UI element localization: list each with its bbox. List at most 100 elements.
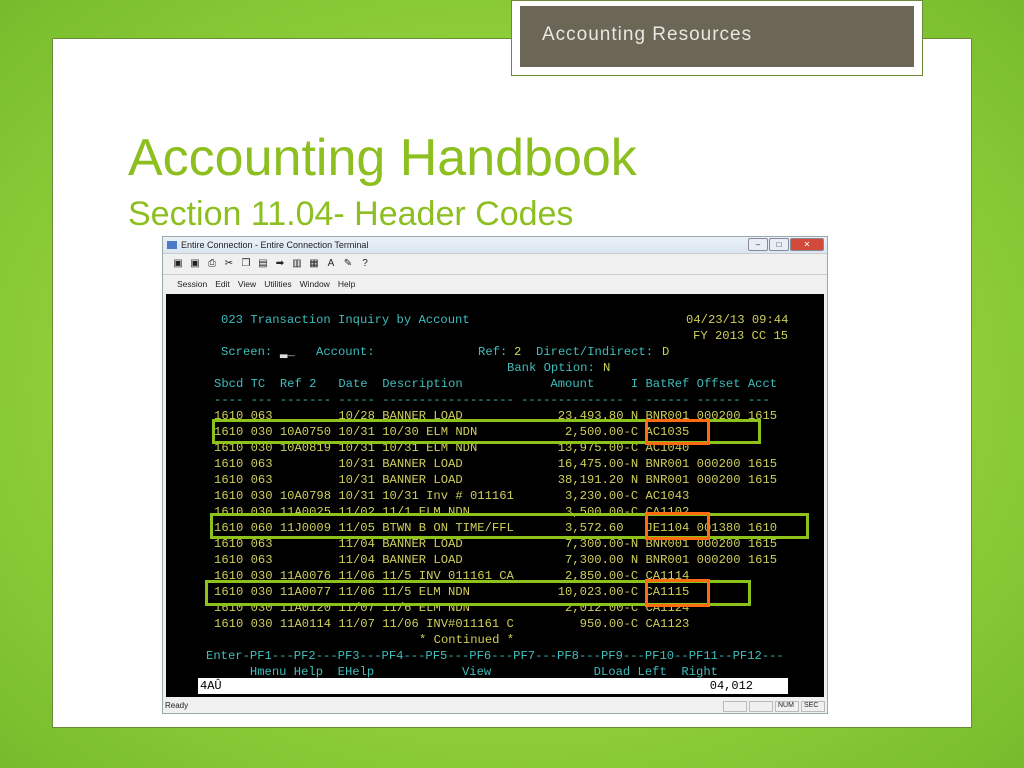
- sec-indicator: SEC: [801, 701, 825, 712]
- status-bar: Ready NUM SEC: [163, 699, 827, 714]
- cell: 3,230.00-: [565, 489, 631, 503]
- cell: 11A0114: [279, 617, 332, 631]
- cell: BNR001: [645, 457, 690, 471]
- fiscal-year: FY 2013 CC 15: [693, 329, 789, 343]
- cell: N: [630, 553, 639, 567]
- grid-icon[interactable]: ▦: [307, 257, 321, 271]
- cell: Date: [338, 377, 368, 391]
- copy-icon[interactable]: ❐: [239, 257, 253, 271]
- bank-option-label: Bank Option:: [507, 361, 595, 375]
- color-icon[interactable]: ✎: [341, 257, 355, 271]
- cell: 1615: [747, 553, 778, 567]
- paste-icon[interactable]: ▤: [256, 257, 270, 271]
- cell: Acct: [747, 377, 778, 391]
- cell: 063: [250, 457, 273, 471]
- cell: 16,475.00-: [557, 457, 631, 471]
- status-text: Ready: [165, 701, 189, 710]
- window-titlebar: Entire Connection - Entire Connection Te…: [163, 237, 827, 253]
- cell: 11/04: [338, 553, 375, 567]
- maximize-button[interactable]: □: [769, 238, 789, 251]
- send-icon[interactable]: ➡: [273, 257, 287, 271]
- cell: TC: [250, 377, 266, 391]
- minimize-button[interactable]: –: [748, 238, 768, 251]
- table-row[interactable]: 1610 063 10/31 BANNER LOAD 38,191.20 N BNR001…: [214, 472, 777, 488]
- direct-indirect-value: D: [662, 345, 670, 359]
- cell: N: [630, 457, 639, 471]
- terminal-window: Entire Connection - Entire Connection Te…: [162, 236, 828, 714]
- bank-option-value: N: [603, 361, 611, 375]
- cell: CA1123: [645, 617, 690, 631]
- close-button[interactable]: ✕: [790, 238, 824, 251]
- header-divider: ---- --- ------- ----- -----------------…: [214, 393, 770, 407]
- cell: 030: [250, 489, 273, 503]
- cell: 38,191.20: [557, 473, 631, 487]
- cell: Offset: [696, 377, 741, 391]
- terminal-screen[interactable]: 023 Transaction Inquiry by Account 04/23…: [166, 294, 824, 697]
- toolbar: ▣ ▣ ⎙ ✂ ❐ ▤ ➡ ▥ ▦ A ✎?: [163, 253, 827, 275]
- cursor-position: 04,012: [709, 679, 753, 693]
- screen-title: 023 Transaction Inquiry by Account: [221, 313, 470, 327]
- cell: 1610: [214, 457, 244, 471]
- cell: 063: [250, 473, 273, 487]
- direct-indirect-label: Direct/Indirect:: [536, 345, 654, 359]
- window-title: Entire Connection - Entire Connection Te…: [181, 240, 369, 250]
- command-input-value: 4AÛ: [200, 679, 222, 693]
- help-icon[interactable]: ?: [358, 257, 372, 271]
- section-header-text: Accounting Resources: [520, 6, 914, 67]
- cell: BANNER LOAD: [382, 457, 463, 471]
- ref-value: 2: [514, 345, 522, 359]
- font-icon[interactable]: A: [324, 257, 338, 271]
- cell: BANNER LOAD: [382, 553, 463, 567]
- cell: 7,300.00: [565, 553, 631, 567]
- status-cell: [749, 701, 773, 712]
- menu-edit[interactable]: Edit: [215, 279, 230, 293]
- datetime: 04/23/13 09:44: [686, 313, 789, 327]
- cell: BNR001: [645, 473, 690, 487]
- highlight-batref-ac1035: [645, 419, 710, 445]
- section-header-box: Accounting Resources: [511, 0, 923, 76]
- cell: 1615: [747, 473, 778, 487]
- highlight-row-je1104: [210, 513, 809, 539]
- column-headers: Sbcd TC Ref 2 Date Description Amount I BatRef O…: [214, 376, 777, 392]
- slide-subtitle: Section 11.04- Header Codes: [128, 195, 574, 233]
- pf-key-line: Enter-PF1---PF2---PF3---PF4---PF5---PF6-…: [206, 649, 784, 663]
- cell: 1615: [747, 457, 778, 471]
- slide-title: Accounting Handbook: [128, 129, 637, 187]
- command-input[interactable]: 4AÛ 04,012: [198, 678, 788, 694]
- table-row[interactable]: 1610 063 11/04 BANNER LOAD 7,300.00 N BNR001 0…: [214, 552, 777, 568]
- cell: 1610: [214, 553, 244, 567]
- cell: 1610: [214, 473, 244, 487]
- cell: 11/07: [338, 617, 375, 631]
- cell: 1610: [214, 617, 244, 631]
- receive-icon[interactable]: ▥: [290, 257, 304, 271]
- cell: C: [630, 617, 639, 631]
- screen-input[interactable]: ▂_: [280, 344, 295, 360]
- menu-bar: Session Edit View Utilities Window Help: [163, 275, 827, 293]
- cut-icon[interactable]: ✂: [222, 257, 236, 271]
- table-row[interactable]: 1610 030 10A0798 10/31 10/31 Inv # 011161 3,2…: [214, 488, 777, 504]
- cell: Description: [382, 377, 463, 391]
- app-icon: [167, 241, 177, 249]
- cell: 10/31: [338, 457, 375, 471]
- continued-text: * Continued *: [419, 633, 515, 647]
- menu-session[interactable]: Session: [177, 279, 207, 293]
- cell: 10/31: [338, 489, 375, 503]
- table-row[interactable]: 1610 030 11A0114 11/07 11/06 INV#011161 C 950…: [214, 616, 777, 632]
- connect-icon[interactable]: ▣: [171, 257, 185, 271]
- ref-label: Ref:: [478, 345, 508, 359]
- menu-window[interactable]: Window: [300, 279, 330, 293]
- cell: N: [630, 473, 639, 487]
- cell: 000200: [696, 553, 741, 567]
- print-icon[interactable]: ⎙: [205, 257, 219, 271]
- menu-help[interactable]: Help: [338, 279, 355, 293]
- cell: I: [630, 377, 639, 391]
- cell: Ref 2: [279, 377, 317, 391]
- menu-view[interactable]: View: [238, 279, 256, 293]
- cell: BNR001: [645, 553, 690, 567]
- account-label: Account:: [316, 345, 375, 359]
- menu-utilities[interactable]: Utilities: [264, 279, 291, 293]
- cell: 10/31 Inv # 011161: [382, 489, 514, 503]
- highlight-batref-je1104: [645, 512, 710, 540]
- table-row[interactable]: 1610 063 10/31 BANNER LOAD 16,475.00-N BNR001…: [214, 456, 777, 472]
- disconnect-icon[interactable]: ▣: [188, 257, 202, 271]
